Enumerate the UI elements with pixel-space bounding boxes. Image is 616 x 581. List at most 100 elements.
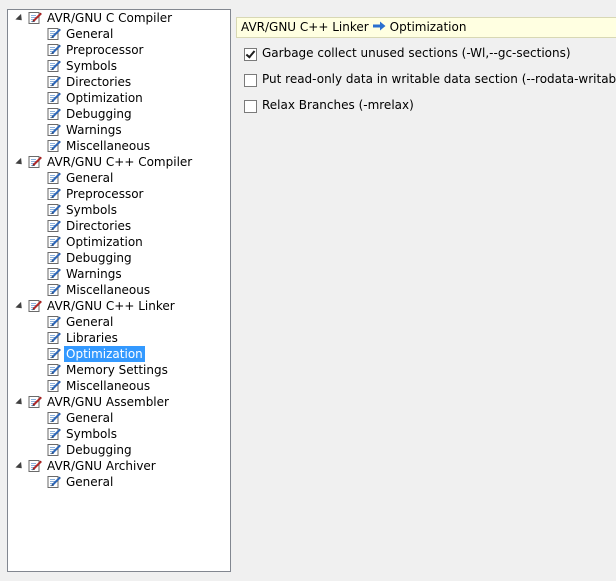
tree-item-avr-gnu-c-compiler-general[interactable]: General [8,26,230,42]
tree-item-debugging: Debugging [8,106,230,122]
tree-item-avr-gnu-c-compiler-general[interactable]: General [8,170,230,186]
tree-item-avr-gnu-assembler-general[interactable]: General [8,410,230,426]
tree-item-preprocessor: Preprocessor [8,42,230,58]
expand-arrow-icon[interactable] [15,461,25,472]
tree-item-avr-gnu-c-compiler-miscellaneous[interactable]: Miscellaneous [8,282,230,298]
tree-item-avr-gnu-c-compiler-symbols[interactable]: Symbols [8,58,230,74]
tree-node-avr-gnu-c-compiler[interactable]: AVR/GNU C++ Compiler [8,154,230,170]
tree-item-miscellaneous: Miscellaneous [8,282,230,298]
settings-icon [28,11,42,25]
property-page-icon [47,219,61,233]
expand-arrow-icon[interactable] [15,157,25,168]
tree-item-optimization: Optimization [8,234,230,250]
tree-item-avr-gnu-assembler-symbols[interactable]: Symbols [8,426,230,442]
tree-item-symbols: Symbols [8,58,230,74]
tree-item-avr-gnu-assembler-debugging[interactable]: Debugging [8,442,230,458]
tree-item-label: Memory Settings [66,363,168,377]
option-label: Relax Branches (-mrelax) [262,98,414,112]
tree-node-label: AVR/GNU Archiver [47,459,156,473]
tree-item-avr-gnu-c-linker-optimization[interactable]: Optimization [8,346,230,362]
expand-arrow-icon[interactable] [15,301,25,312]
option-row[interactable]: Relax Branches (-mrelax) [244,96,616,122]
property-page-icon [47,363,61,377]
tree-item-label: Symbols [66,59,117,73]
tree-item-avr-gnu-c-compiler-warnings[interactable]: Warnings [8,266,230,282]
tree-item-label: Miscellaneous [66,283,151,297]
tree-children: General Libraries Optimization Memory Setti… [8,314,230,394]
tree-item-avr-gnu-c-compiler-directories[interactable]: Directories [8,74,230,90]
property-page-icon [47,283,61,297]
tree-item-avr-gnu-c-compiler-preprocessor[interactable]: Preprocessor [8,42,230,58]
tree-item-label: Optimization [66,91,143,105]
property-page-icon [47,27,61,41]
property-page-icon [47,475,61,489]
tree-item-directories: Directories [8,74,230,90]
tree-item-avr-gnu-c-linker-memory-settings[interactable]: Memory Settings [8,362,230,378]
tree-item-label: Warnings [66,267,122,281]
option-checkbox[interactable] [244,100,257,113]
tree-item-avr-gnu-c-compiler-debugging[interactable]: Debugging [8,250,230,266]
option-checkbox[interactable] [244,74,257,87]
tree-item-label: Directories [66,75,132,89]
tree-group-avr-gnu-archiver: AVR/GNU Archiver General [8,458,230,490]
tree-item-label: Miscellaneous [66,379,151,393]
tree-node-label: AVR/GNU C++ Compiler [47,155,193,169]
property-page-icon [47,43,61,57]
tree-item-debugging: Debugging [8,442,230,458]
tree-item-avr-gnu-c-compiler-miscellaneous[interactable]: Miscellaneous [8,138,230,154]
property-page-icon [47,267,61,281]
property-page-icon [47,59,61,73]
tree-item-label: General [66,315,114,329]
tree-item-avr-gnu-c-linker-general[interactable]: General [8,314,230,330]
tree-item-avr-gnu-c-compiler-debugging[interactable]: Debugging [8,106,230,122]
expand-arrow-icon[interactable] [15,13,25,24]
tree-item-avr-gnu-c-compiler-directories[interactable]: Directories [8,218,230,234]
tree-item-miscellaneous: Miscellaneous [8,138,230,154]
tree-item-label: Directories [66,219,132,233]
tree-item-label: Debugging [66,251,132,265]
options-panel: Garbage collect unused sections (-Wl,--g… [244,44,616,122]
tree-item-label: General [66,27,114,41]
tree-item-avr-gnu-c-linker-libraries[interactable]: Libraries [8,330,230,346]
tree-item-label: Debugging [66,107,132,121]
option-row[interactable]: Garbage collect unused sections (-Wl,--g… [244,44,616,70]
tree-item-avr-gnu-c-compiler-warnings[interactable]: Warnings [8,122,230,138]
property-page-icon [47,235,61,249]
tree-item-general: General [8,26,230,42]
tree-item-label: Optimization [66,235,143,249]
tree-item-directories: Directories [8,218,230,234]
option-row[interactable]: Put read-only data in writable data sect… [244,70,616,96]
tree-item-general: General [8,410,230,426]
tree-item-avr-gnu-c-compiler-optimization[interactable]: Optimization [8,90,230,106]
tree-node-avr-gnu-archiver[interactable]: AVR/GNU Archiver [8,458,230,474]
option-checkbox[interactable] [244,48,257,61]
tree-item-general: General [8,474,230,490]
tree-group-avr-gnu-c-compiler: AVR/GNU C Compiler General Preprocessor Sym… [8,10,230,154]
tree-group-avr-gnu-c-linker: AVR/GNU C++ Linker General Libraries Optimi… [8,298,230,394]
tree-item-label: General [66,411,114,425]
breadcrumb-header: AVR/GNU C++ Linker Optimization [236,17,616,38]
tree-item-avr-gnu-c-linker-miscellaneous[interactable]: Miscellaneous [8,378,230,394]
settings-icon [28,299,42,313]
property-page-icon [47,123,61,137]
breadcrumb-section: AVR/GNU C++ Linker [241,20,369,34]
property-page-icon [47,203,61,217]
tree-item-general: General [8,314,230,330]
tree-node-avr-gnu-assembler[interactable]: AVR/GNU Assembler [8,394,230,410]
settings-tree[interactable]: AVR/GNU C Compiler General Preprocessor Sym… [7,9,231,572]
settings-icon [28,155,42,169]
tree-item-avr-gnu-c-compiler-preprocessor[interactable]: Preprocessor [8,186,230,202]
tree-item-avr-gnu-c-compiler-optimization[interactable]: Optimization [8,234,230,250]
tree-item-label: Symbols [66,203,117,217]
tree-node-label: AVR/GNU Assembler [47,395,169,409]
tree-children: General Symbols Debugging [8,410,230,458]
property-page-icon [47,139,61,153]
tree-item-avr-gnu-c-compiler-symbols[interactable]: Symbols [8,202,230,218]
tree-node-avr-gnu-c-compiler[interactable]: AVR/GNU C Compiler [8,10,230,26]
tree-item-avr-gnu-archiver-general[interactable]: General [8,474,230,490]
breadcrumb-page: Optimization [389,20,467,34]
expand-arrow-icon[interactable] [15,397,25,408]
property-page-icon [47,171,61,185]
tree-item-symbols: Symbols [8,202,230,218]
tree-node-avr-gnu-c-linker[interactable]: AVR/GNU C++ Linker [8,298,230,314]
